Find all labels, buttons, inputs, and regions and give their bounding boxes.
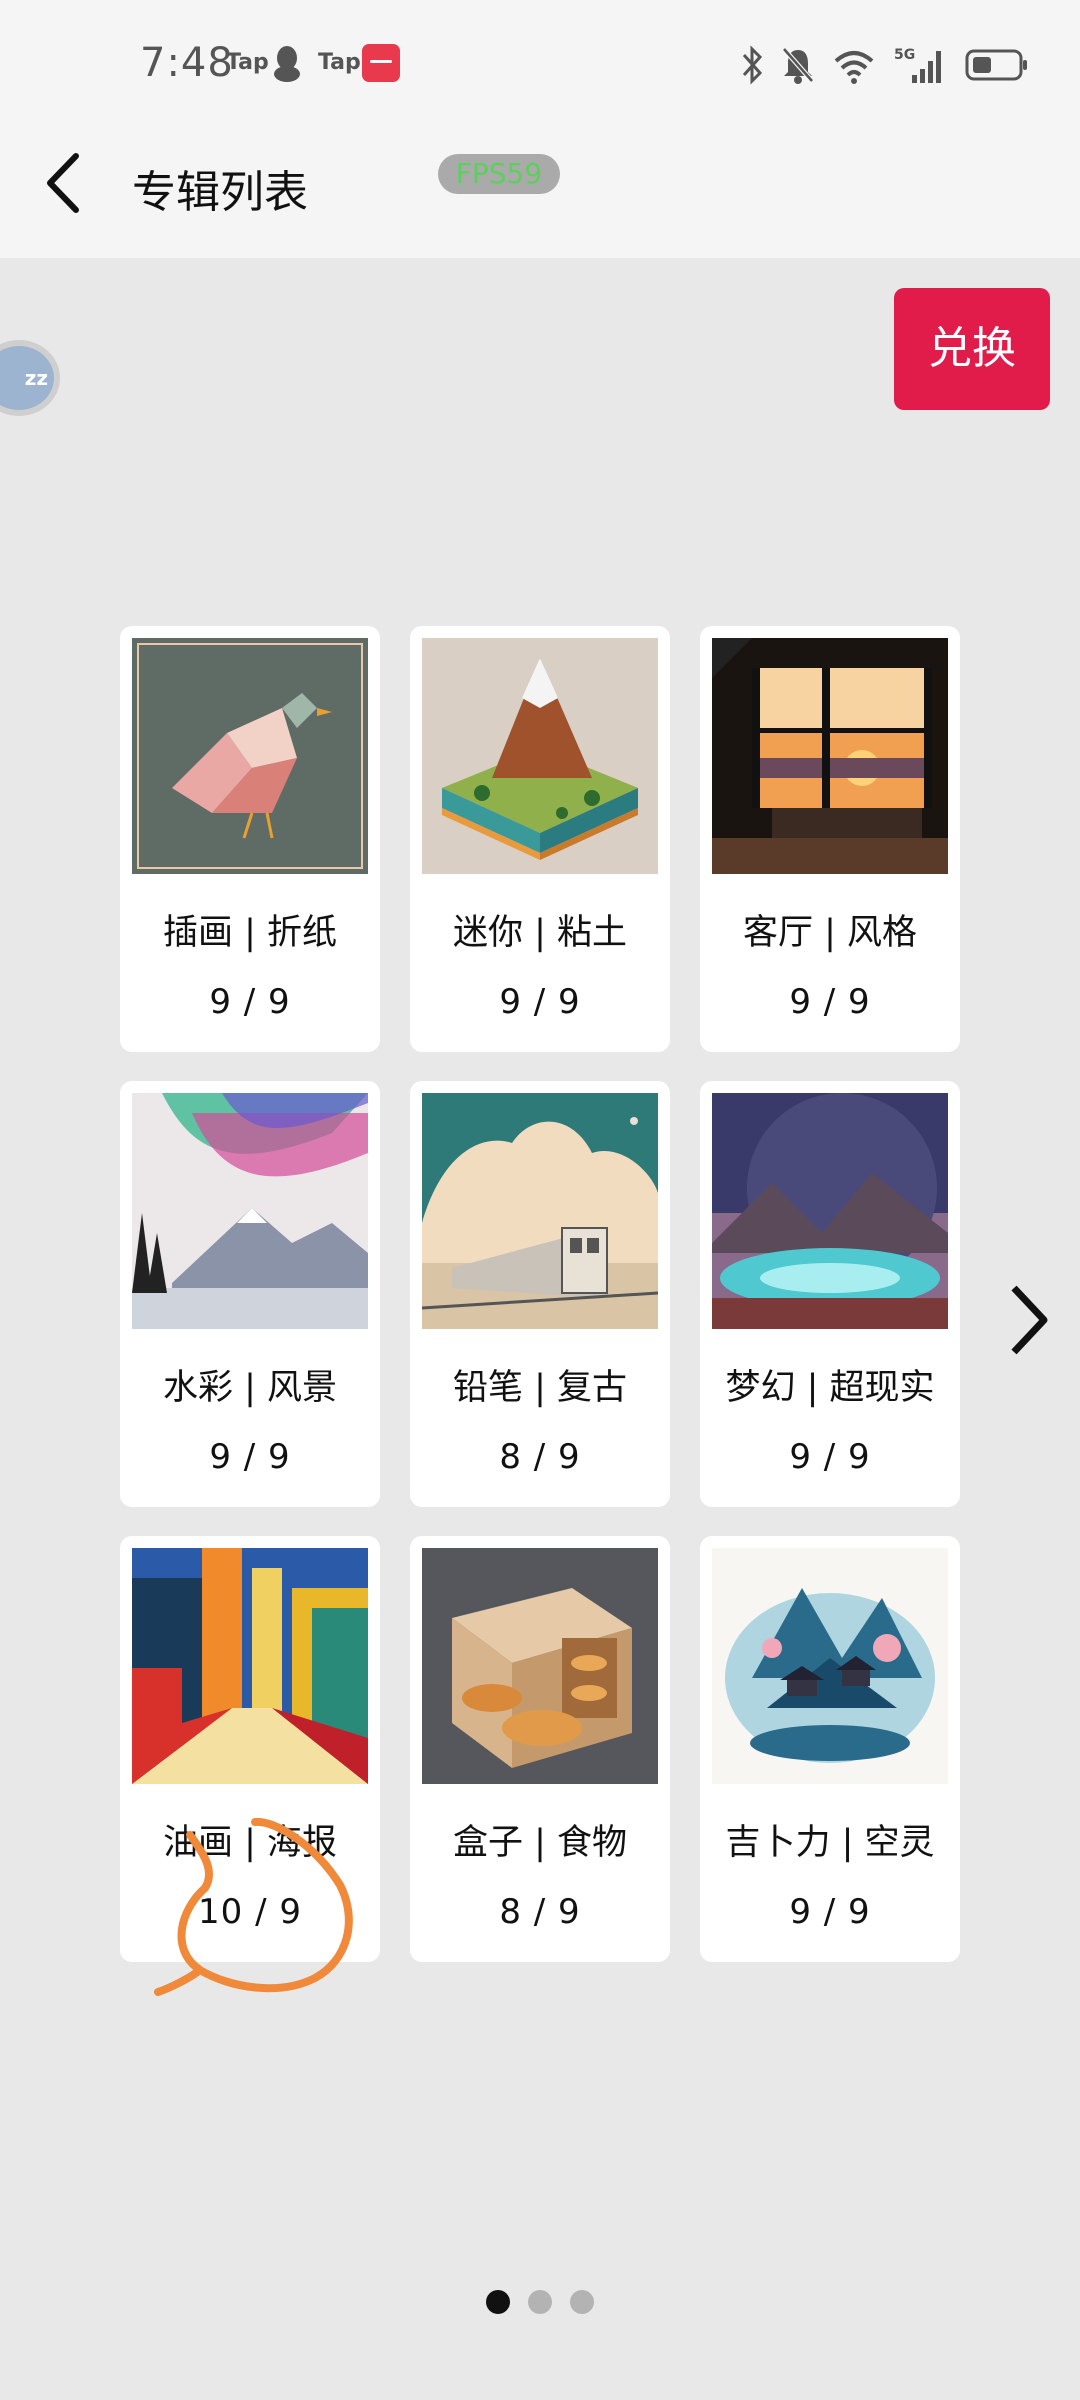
fps-badge: FPS59	[438, 154, 560, 194]
status-time: 7:48	[140, 40, 234, 86]
album-card-pencil[interactable]: 铅笔 | 复古 8 / 9	[410, 1081, 670, 1507]
top-bar: 7:48 Tap Tap 5G 专辑列表 FPS59	[0, 0, 1080, 258]
album-card-clay[interactable]: 迷你 | 粘土 9 / 9	[410, 626, 670, 1052]
back-arrow-icon[interactable]	[40, 150, 90, 216]
album-card-oil-poster[interactable]: 油画 | 海报 10 / 9	[120, 1536, 380, 1962]
album-title: 客厅 | 风格	[742, 913, 918, 953]
album-progress: 9 / 9	[789, 1437, 871, 1477]
floating-bubble[interactable]: zz	[0, 340, 60, 416]
album-thumbnail-dream-lake	[712, 1093, 948, 1329]
store-icon	[362, 44, 400, 82]
album-progress: 8 / 9	[499, 1892, 581, 1932]
album-card-living-room[interactable]: 客厅 | 风格 9 / 9	[700, 626, 960, 1052]
album-title: 梦幻 | 超现实	[725, 1368, 935, 1408]
album-progress: 9 / 9	[209, 1437, 291, 1477]
status-app-tap: Tap	[226, 50, 269, 75]
album-card-origami[interactable]: 插画 | 折纸 9 / 9	[120, 626, 380, 1052]
album-thumbnail-living-room	[712, 638, 948, 874]
album-title: 盒子 | 食物	[452, 1823, 628, 1863]
album-title: 插画 | 折纸	[162, 913, 338, 953]
wifi-icon	[834, 51, 874, 84]
status-icons: 5G	[740, 40, 1030, 90]
album-thumbnail-city-poster	[132, 1548, 368, 1784]
next-page-arrow-icon[interactable]	[1000, 1280, 1056, 1360]
album-thumbnail-clay-mountain	[422, 638, 658, 874]
signal-5g-icon: 5G	[894, 47, 941, 83]
album-thumbnail-ink-temple	[712, 1548, 948, 1784]
album-progress: 9 / 9	[209, 982, 291, 1022]
album-card-watercolor[interactable]: 水彩 | 风景 9 / 9	[120, 1081, 380, 1507]
album-progress: 9 / 9	[789, 1892, 871, 1932]
album-thumbnail-origami-bird	[132, 638, 368, 874]
album-thumbnail-aurora	[132, 1093, 368, 1329]
page-dot-3[interactable]	[570, 2290, 594, 2314]
album-title: 油画 | 海报	[162, 1823, 338, 1863]
redeem-button[interactable]: 兑换	[894, 288, 1050, 410]
album-progress: 8 / 9	[499, 1437, 581, 1477]
album-title: 迷你 | 粘土	[452, 913, 628, 953]
svg-text:5G: 5G	[894, 47, 915, 63]
qq-icon	[274, 46, 300, 82]
album-card-surreal[interactable]: 梦幻 | 超现实 9 / 9	[700, 1081, 960, 1507]
album-title: 铅笔 | 复古	[452, 1368, 628, 1408]
album-title: 水彩 | 风景	[162, 1368, 338, 1408]
bluetooth-icon	[742, 45, 763, 85]
page-title: 专辑列表	[132, 167, 308, 218]
album-card-ghibli[interactable]: 吉卜力 | 空灵 9 / 9	[700, 1536, 960, 1962]
page-dot-1[interactable]	[486, 2290, 510, 2314]
album-card-box-food[interactable]: 盒子 | 食物 8 / 9	[410, 1536, 670, 1962]
battery-icon	[965, 49, 1027, 81]
bell-muted-icon	[782, 47, 814, 84]
album-progress: 9 / 9	[789, 982, 871, 1022]
album-thumbnail-retro-train	[422, 1093, 658, 1329]
page-indicator	[0, 2290, 1080, 2314]
album-title: 吉卜力 | 空灵	[725, 1823, 935, 1863]
album-progress: 10 / 9	[198, 1892, 302, 1932]
album-progress: 9 / 9	[499, 982, 581, 1022]
album-thumbnail-bakery-box	[422, 1548, 658, 1784]
status-app-tap-2: Tap	[318, 50, 361, 75]
page-dot-2[interactable]	[528, 2290, 552, 2314]
